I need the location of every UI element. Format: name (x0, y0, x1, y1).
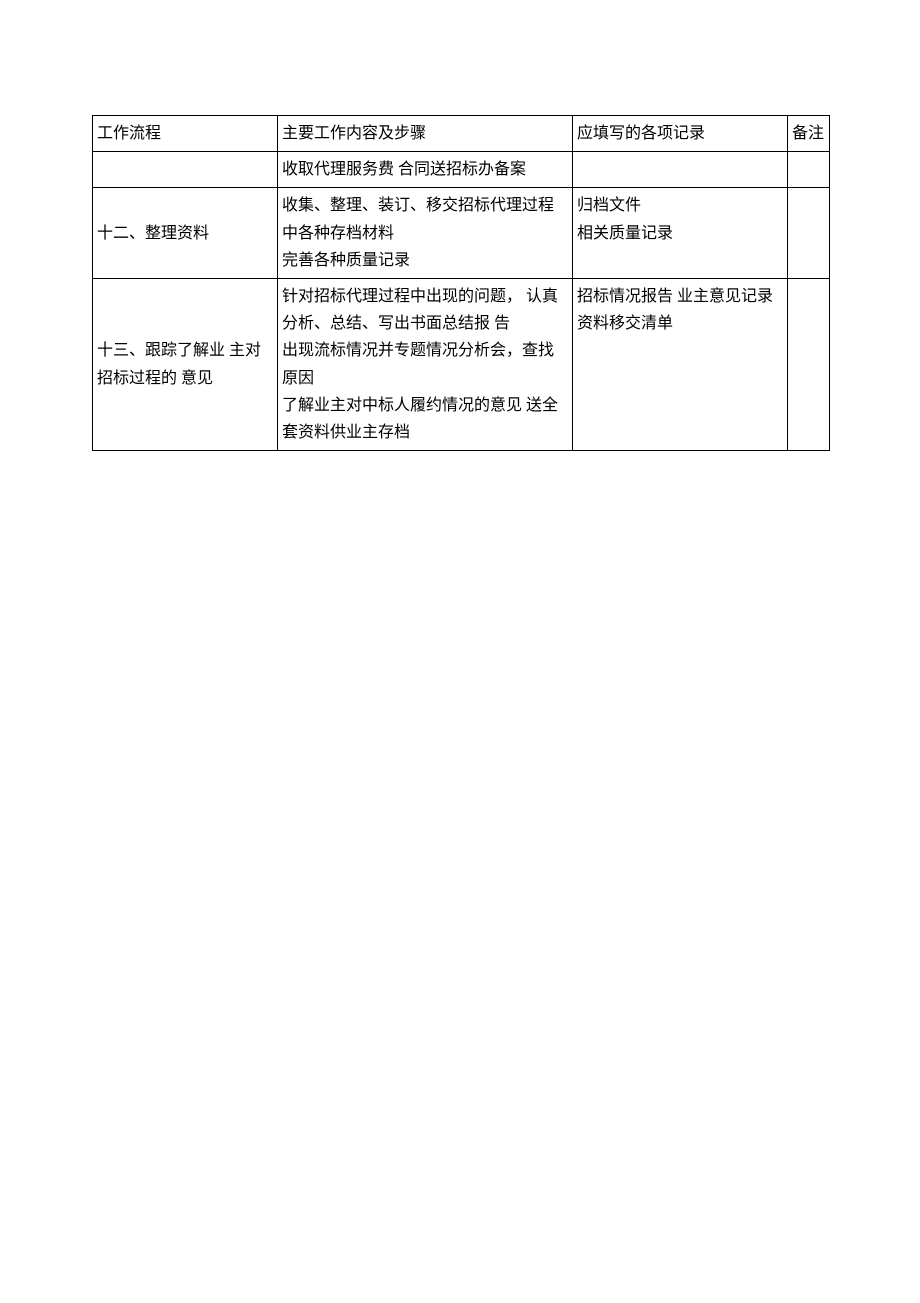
cell-content: 收集、整理、装订、移交招标代理过程中各种存档材料 完善各种质量记录 (278, 188, 573, 279)
table-row: 十三、跟踪了解业 主对招标过程的 意见 针对招标代理过程中出现的问题， 认真分析… (93, 278, 830, 450)
cell-notes (788, 278, 830, 450)
cell-notes (788, 152, 830, 188)
table-row: 收取代理服务费 合同送招标办备案 (93, 152, 830, 188)
header-notes: 备注 (788, 116, 830, 152)
cell-records: 招标情况报告 业主意见记录 资料移交清单 (573, 278, 788, 450)
cell-workflow: 十二、整理资料 (93, 188, 278, 279)
cell-notes (788, 188, 830, 279)
table-header-row: 工作流程 主要工作内容及步骤 应填写的各项记录 备注 (93, 116, 830, 152)
header-records: 应填写的各项记录 (573, 116, 788, 152)
cell-workflow: 十三、跟踪了解业 主对招标过程的 意见 (93, 278, 278, 450)
cell-content: 针对招标代理过程中出现的问题， 认真分析、总结、写出书面总结报 告 出现流标情况… (278, 278, 573, 450)
cell-records (573, 152, 788, 188)
cell-records: 归档文件 相关质量记录 (573, 188, 788, 279)
table-row: 十二、整理资料 收集、整理、装订、移交招标代理过程中各种存档材料 完善各种质量记… (93, 188, 830, 279)
cell-workflow (93, 152, 278, 188)
header-content: 主要工作内容及步骤 (278, 116, 573, 152)
header-workflow: 工作流程 (93, 116, 278, 152)
workflow-table: 工作流程 主要工作内容及步骤 应填写的各项记录 备注 收取代理服务费 合同送招标… (92, 115, 830, 451)
cell-content: 收取代理服务费 合同送招标办备案 (278, 152, 573, 188)
